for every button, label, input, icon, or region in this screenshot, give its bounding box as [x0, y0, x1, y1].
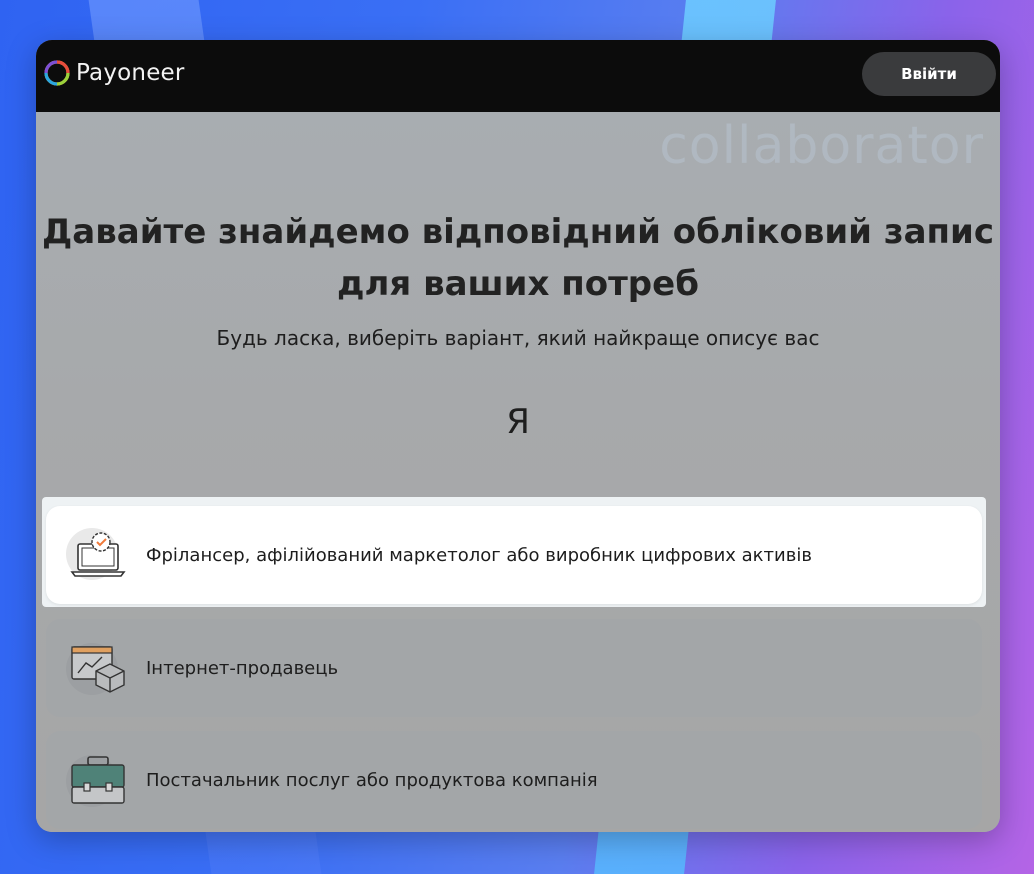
collaborator-watermark: collaborator — [659, 116, 984, 176]
selection-prefix: Я — [506, 402, 530, 442]
payoneer-logo[interactable]: Payoneer — [42, 58, 185, 88]
option-label: Інтернет-продавець — [146, 657, 339, 679]
title-line-1: Давайте знайдемо відповідний обліковий з… — [42, 212, 994, 252]
title-line-2: для ваших потреб — [337, 264, 699, 304]
option-label: Постачальник послуг або продуктова компа… — [146, 769, 598, 791]
browser-window: Payoneer Ввійти collaborator Давайте зна… — [36, 40, 1000, 832]
page-title: Давайте знайдемо відповідний обліковий з… — [36, 206, 1000, 310]
laptop-badge-icon — [66, 528, 126, 580]
top-bar: Payoneer Ввійти — [36, 40, 1000, 112]
option-service-provider[interactable]: Постачальник послуг або продуктова компа… — [46, 731, 982, 829]
logo-ring-icon — [44, 60, 70, 86]
page-subtitle: Будь ласка, виберіть варіант, який найкр… — [216, 326, 820, 350]
logo-text: Payoneer — [76, 60, 185, 86]
main-content: collaborator Давайте знайдемо відповідни… — [36, 112, 1000, 832]
store-box-icon — [66, 643, 125, 695]
login-button[interactable]: Ввійти — [862, 52, 996, 96]
option-online-seller[interactable]: Інтернет-продавець — [46, 619, 982, 717]
briefcase-icon — [66, 755, 125, 807]
option-freelancer[interactable]: Фрілансер, афілійований маркетолог або в… — [46, 506, 982, 604]
option-label: Фрілансер, афілійований маркетолог або в… — [146, 544, 812, 566]
